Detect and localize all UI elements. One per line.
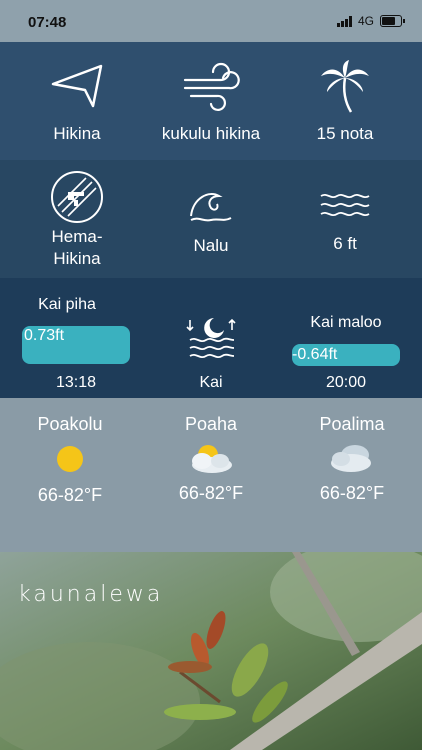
status-time: 07:48 <box>28 14 67 31</box>
forecast-range: 66-82°F <box>37 485 103 505</box>
high-tide-value: 0.73ft <box>24 327 65 344</box>
high-tide-label: Kai piha <box>38 296 96 313</box>
low-tide-bar[interactable]: -0.64ft <box>292 344 400 366</box>
status-bar: 07:48 4G <box>0 0 422 42</box>
forecast-day-2[interactable]: Poaha 66-82°F <box>141 414 281 504</box>
partly-cloudy-icon <box>192 445 232 473</box>
low-tide-value: -0.64ft <box>292 346 338 363</box>
wave-icon <box>190 193 232 222</box>
swell-direction-line2: Hikina <box>53 249 101 268</box>
compass-icon <box>51 171 103 223</box>
swell-height-cell[interactable]: 6 ft <box>275 190 415 254</box>
signal-icon <box>336 15 352 27</box>
forecast-range: 66-82°F <box>178 483 244 503</box>
forecast-range: 66-82°F <box>319 483 385 503</box>
forecast-day-name: Poakolu <box>37 414 103 434</box>
high-tide-time: 13:18 <box>55 374 97 391</box>
wind-direction-cell[interactable]: Hikina <box>7 62 147 144</box>
sun-icon <box>57 446 83 472</box>
tide-row: Kai piha 0.73ft 13:18 Kai Kai maloo -0.6… <box>0 278 422 398</box>
wind-icon <box>183 62 240 111</box>
low-tide-time: 20:00 <box>325 374 367 391</box>
wind-type-label: kukulu hikina <box>161 124 261 143</box>
status-indicators: 4G <box>336 14 405 28</box>
swell-type-label: Nalu <box>193 236 229 255</box>
swell-direction-line1: Hema- <box>51 227 103 246</box>
wind-direction-label: Hikina <box>53 124 101 143</box>
battery-icon <box>380 15 405 27</box>
swell-type-cell[interactable]: Nalu <box>141 186 281 256</box>
wind-speed-cell[interactable]: 15 nota <box>275 58 415 144</box>
wind-row: Hikina kukulu hikina 15 nota <box>0 42 422 160</box>
low-tide-label: Kai maloo <box>310 314 382 331</box>
brand-logo: kaunalewa <box>18 582 164 607</box>
swell-direction-label: Hema- Hikina <box>7 226 147 270</box>
forecast-day-name: Poalima <box>319 414 385 434</box>
cloudy-icon <box>331 445 371 472</box>
forecast-day-name: Poaha <box>184 414 238 434</box>
palm-tree-icon <box>321 60 369 113</box>
high-tide-bar[interactable]: 0.73ft <box>22 326 130 364</box>
swell-height-label: 6 ft <box>333 234 357 253</box>
tide-icon <box>186 318 236 359</box>
water-waves-icon <box>320 193 370 217</box>
swell-direction-cell[interactable]: Hema- Hikina <box>7 170 147 270</box>
swell-row: Hema- Hikina Nalu 6 ft <box>0 160 422 278</box>
wind-speed-label: 15 nota <box>316 124 374 143</box>
tide-center-label: Kai <box>199 374 223 391</box>
forecast-day-1[interactable]: Poakolu 66-82°F <box>0 414 140 506</box>
wind-type-cell[interactable]: kukulu hikina <box>141 62 281 144</box>
forecast-day-3[interactable]: Poalima 66-82°F <box>282 414 422 504</box>
brand-banner: kaunalewa <box>0 552 422 750</box>
wind-arrow-icon <box>51 64 103 108</box>
network-label: 4G <box>357 14 374 28</box>
forecast-row: Poakolu 66-82°F Poaha 66-82°F Poalima 66… <box>0 398 422 552</box>
